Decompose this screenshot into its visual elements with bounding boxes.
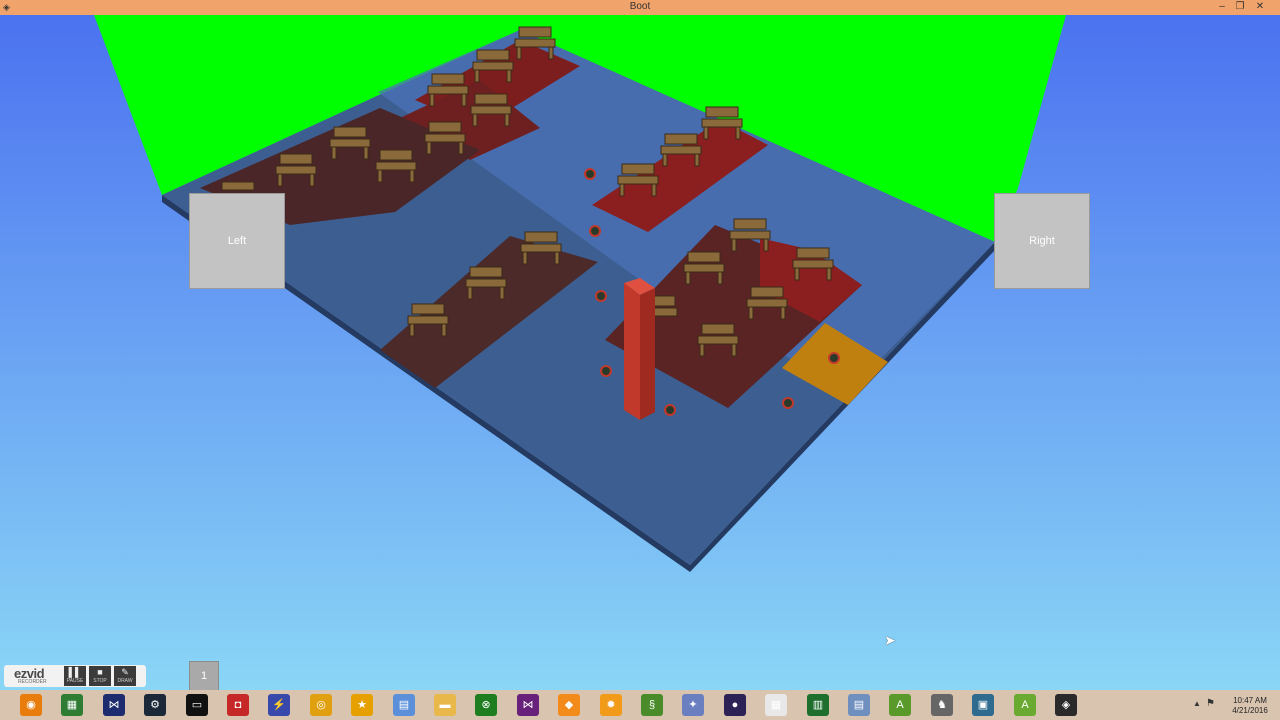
clock-date: 4/21/2016	[1232, 706, 1268, 715]
document-icon[interactable]: ▤	[393, 694, 415, 716]
maximize-button[interactable]: ❐	[1231, 0, 1249, 15]
taskbar: ◉ ▦ ⋈ ⚙ ▭ ◘ ⚡ ◎ ★ ▤ ▬ ⊗ ⋈ ◆ ✹ § ✦ ● ▦ ▥ ▤ A ♞ ▣ A ◈ ▲ ⚑ 10:47 AM …	[0, 690, 1280, 720]
pickup	[595, 290, 607, 302]
window-title: Boot	[629, 1, 651, 12]
steam-icon[interactable]: ⚙	[144, 694, 166, 716]
pause-button[interactable]: ▌▌ PAUSE	[64, 666, 86, 686]
draw-label: DRAW	[117, 678, 133, 684]
right-button[interactable]: Right	[994, 193, 1090, 289]
visual-studio-purple-icon[interactable]: ⋈	[517, 694, 539, 716]
chrome-icon[interactable]: ◎	[310, 694, 332, 716]
folder-icon[interactable]: ▬	[434, 694, 456, 716]
stop-icon: ■	[97, 667, 103, 677]
xbox-icon[interactable]: ⊗	[475, 694, 497, 716]
terminal-icon[interactable]: ▭	[186, 694, 208, 716]
page-number-button[interactable]: 1	[189, 661, 219, 691]
left-button[interactable]: Left	[189, 193, 285, 289]
pause-label: PAUSE	[66, 678, 84, 684]
system-clock[interactable]: 10:47 AM 4/21/2016	[1222, 696, 1278, 716]
minimize-button[interactable]: –	[1213, 0, 1231, 15]
title-bar: ◈ Boot – ❐ ✕	[0, 0, 1280, 15]
pillar	[624, 278, 655, 420]
blender-icon[interactable]: ◉	[20, 694, 42, 716]
pickup	[782, 397, 794, 409]
calculator-icon[interactable]: ▦	[765, 694, 787, 716]
record-icon[interactable]: ◘	[227, 694, 249, 716]
box-icon[interactable]: ◆	[558, 694, 580, 716]
stop-button[interactable]: ■ STOP	[89, 666, 111, 686]
recorder-toolbar: ezvid RECORDER ▌▌ PAUSE ■ STOP ✎ DRAW	[4, 665, 146, 687]
tray-expand-icon[interactable]: ▲	[1193, 699, 1201, 708]
visual-studio-icon[interactable]: ⋈	[103, 694, 125, 716]
picture-icon[interactable]: ★	[351, 694, 373, 716]
notepad-icon[interactable]: ▤	[848, 694, 870, 716]
action-center-flag-icon[interactable]: ⚑	[1206, 698, 1215, 709]
network-icon[interactable]: ⚡	[268, 694, 290, 716]
spreadsheet-icon[interactable]: ▥	[807, 694, 829, 716]
mouse-cursor: ➤	[884, 632, 896, 648]
stop-label: STOP	[93, 678, 107, 684]
pickup	[828, 352, 840, 364]
python-icon[interactable]: §	[641, 694, 663, 716]
window-app-icon[interactable]: ▣	[972, 694, 994, 716]
pickup	[664, 404, 676, 416]
pickup	[589, 225, 601, 237]
chair	[221, 181, 255, 191]
boot-window-icon[interactable]: ◈	[1055, 694, 1077, 716]
pickup	[600, 365, 612, 377]
eclipse-icon[interactable]: ●	[724, 694, 746, 716]
android-icon[interactable]: A	[1014, 694, 1036, 716]
draw-button[interactable]: ✎ DRAW	[114, 666, 136, 686]
clock-time: 10:47 AM	[1233, 696, 1267, 705]
pickup	[584, 168, 596, 180]
recorder-logo-sub: RECORDER	[18, 679, 47, 685]
close-button[interactable]: ✕	[1251, 0, 1269, 15]
android-studio-icon[interactable]: A	[889, 694, 911, 716]
game-viewport[interactable]	[0, 15, 1280, 690]
draw-icon: ✎	[121, 667, 129, 677]
tools-icon[interactable]: ✦	[682, 694, 704, 716]
pause-icon: ▌▌	[68, 667, 82, 677]
wolf-icon[interactable]: ♞	[931, 694, 953, 716]
settings-gear-icon[interactable]: ✹	[600, 694, 622, 716]
film-icon[interactable]: ▦	[61, 694, 83, 716]
